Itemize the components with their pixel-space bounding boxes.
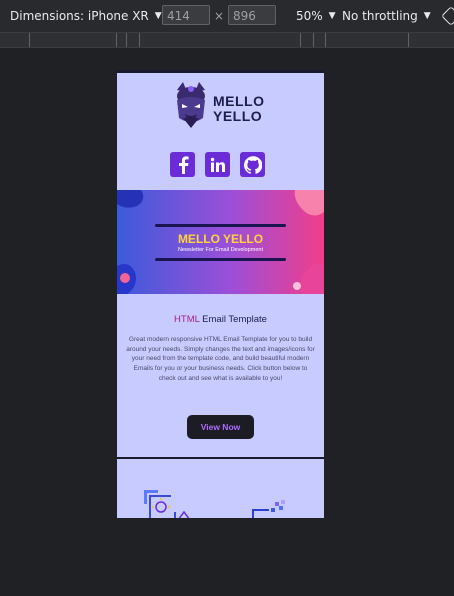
- facebook-icon[interactable]: [170, 152, 195, 177]
- section-divider: [117, 457, 324, 459]
- section-title: HTML Email Template: [117, 314, 324, 325]
- brand-logo: MELLO YELLO: [169, 80, 273, 130]
- width-input[interactable]: 414: [162, 5, 210, 25]
- banner-subtitle: Newsletter For Email Development: [178, 247, 263, 253]
- zoom-dropdown[interactable]: 50% ▼: [296, 9, 336, 23]
- banner-title: MELLO YELLO: [177, 232, 264, 246]
- brand-name-line1: MELLO: [213, 93, 265, 109]
- media-query-ruler: [0, 33, 454, 48]
- device-toolbar: Dimensions: iPhone XR ▼ 414 × 896 50% ▼ …: [0, 0, 454, 33]
- chevron-down-icon: ▼: [154, 11, 162, 21]
- rotate-icon[interactable]: [441, 6, 454, 26]
- github-icon[interactable]: [240, 152, 265, 177]
- brand-name-line2: YELLO: [213, 108, 263, 124]
- throttling-label: No throttling: [342, 9, 418, 23]
- pixel-screen-icon: [252, 500, 285, 518]
- view-now-button[interactable]: View Now: [187, 415, 254, 439]
- section-title-rest: Email Template: [199, 314, 267, 325]
- top-border: [117, 70, 324, 73]
- idea-frame-icon: [144, 490, 190, 518]
- section-title-highlight: HTML: [174, 314, 200, 325]
- dimensions-label: Dimensions: iPhone XR: [10, 9, 149, 23]
- height-input[interactable]: 896: [228, 5, 276, 25]
- chevron-down-icon: ▼: [423, 11, 431, 21]
- section-description: Great modern responsive HTML Email Templ…: [126, 336, 315, 382]
- times-sign: ×: [214, 9, 225, 23]
- linkedin-icon[interactable]: [205, 152, 230, 177]
- hero-banner: MELLO YELLO Newsletter For Email Develop…: [117, 190, 324, 294]
- social-links: [170, 152, 265, 177]
- zoom-label: 50%: [296, 9, 323, 23]
- samurai-mascot-icon: [177, 82, 205, 128]
- dimensions-dropdown[interactable]: Dimensions: iPhone XR ▼: [10, 9, 162, 23]
- device-viewport[interactable]: MELLO YELLO MELLO YELLO Newsletter For E…: [117, 70, 324, 518]
- throttling-dropdown[interactable]: No throttling ▼: [342, 9, 431, 23]
- chevron-down-icon: ▼: [328, 11, 336, 21]
